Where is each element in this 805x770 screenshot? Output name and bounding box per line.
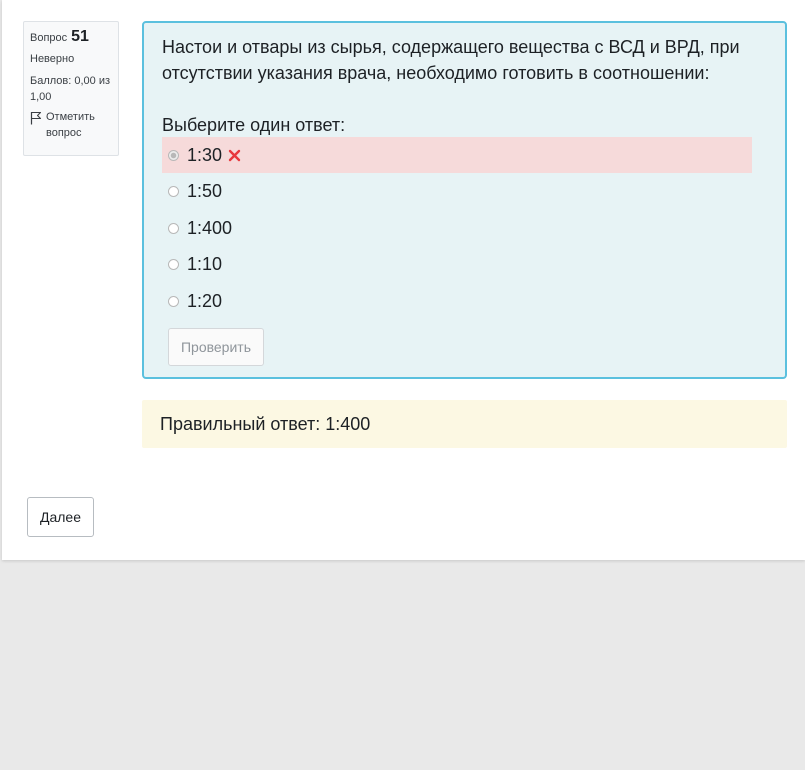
answer-label: 1:50 [187, 181, 223, 201]
answer-radio[interactable] [168, 222, 179, 234]
answer-label: 1:400 [187, 217, 233, 238]
next-button[interactable]: Далее [27, 497, 94, 537]
question-number-label: Вопрос [30, 32, 68, 44]
check-button[interactable]: Проверить [168, 328, 264, 366]
answer-label: 1:30 [187, 144, 223, 165]
right-answer-text: Правильный ответ: 1:400 [160, 413, 371, 434]
answer-option[interactable]: 1:400 [162, 210, 752, 246]
right-answer-feedback: Правильный ответ: 1:400 [142, 400, 787, 448]
question-info-panel: Вопрос 51 Неверно Баллов: 0,00 из 1,00 О… [23, 21, 119, 156]
answer-label: 1:20 [187, 290, 223, 311]
answer-option[interactable]: 1:20 [162, 283, 752, 319]
question-content: Настои и отвары из сырья, содержащего ве… [142, 21, 787, 379]
question-grade: Баллов: 0,00 из 1,00 [30, 75, 111, 103]
answer-option[interactable]: 1:30 [162, 137, 752, 173]
question-text: Настои и отвары из сырья, содержащего ве… [162, 37, 740, 83]
question-page: Вопрос 51 Неверно Баллов: 0,00 из 1,00 О… [2, 0, 805, 560]
answer-radio[interactable] [168, 186, 179, 197]
question-number: Вопрос 51 [30, 28, 112, 47]
answer-radio[interactable] [168, 259, 179, 270]
answer-radio[interactable] [168, 149, 179, 161]
answer-radio[interactable] [168, 295, 179, 307]
answer-list: 1:30 1:50 1:400 1:10 1:20 [162, 137, 752, 320]
flag-question-label: Отметить вопрос [46, 111, 95, 139]
answer-option[interactable]: 1:50 [162, 174, 752, 210]
answer-label: 1:10 [187, 254, 223, 274]
question-number-value: 51 [71, 28, 89, 45]
flag-icon [30, 111, 42, 125]
answer-option[interactable]: 1:10 [162, 247, 752, 283]
question-state: Неверно [30, 53, 75, 65]
answer-prompt: Выберите один ответ: [162, 115, 346, 135]
flag-question-link[interactable]: Отметить вопрос [30, 109, 112, 141]
incorrect-icon [228, 149, 241, 161]
